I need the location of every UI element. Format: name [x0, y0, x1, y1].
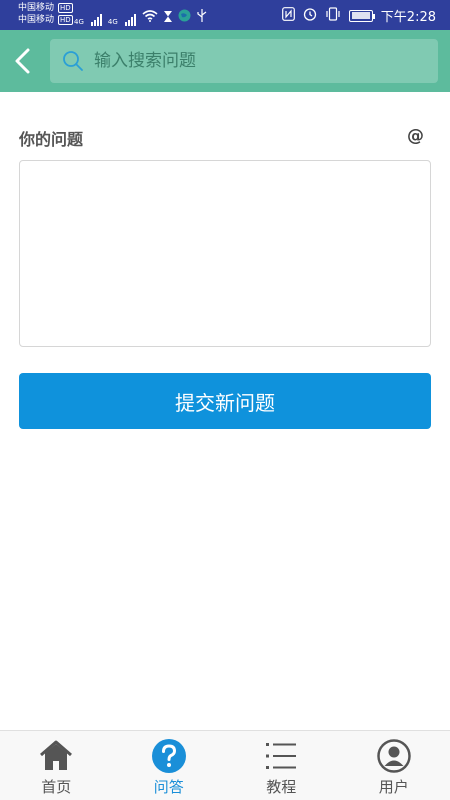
- nav-item-user[interactable]: 用户: [338, 731, 450, 800]
- chevron-left-icon: [15, 48, 30, 74]
- globe-icon: [178, 7, 191, 26]
- question-label: 你的问题: [19, 130, 84, 149]
- signal-bars-1-icon: [90, 14, 102, 26]
- submit-question-button[interactable]: 提交新问题: [19, 373, 431, 429]
- mention-button[interactable]: @: [407, 126, 424, 146]
- wifi-icon: [142, 7, 158, 26]
- status-right: 下午2:28: [281, 6, 436, 25]
- status-bar: 中国移动 HD 中国移动 HD 4G 4G 下午2:28: [0, 0, 450, 30]
- carrier-line-1: 中国移动 HD: [18, 2, 73, 14]
- nav-label-home: 首页: [41, 778, 72, 796]
- alarm-icon: [303, 7, 317, 25]
- nav-label-tutorial: 教程: [266, 778, 297, 796]
- signal-group: 4G 4G: [74, 7, 207, 26]
- list-icon: [263, 738, 299, 774]
- nav-item-tutorial[interactable]: 教程: [225, 731, 338, 800]
- nav-item-home[interactable]: 首页: [0, 731, 113, 800]
- bottom-nav: 首页 问答 教程 用户: [0, 730, 450, 800]
- search-box[interactable]: [50, 39, 438, 83]
- nav-label-user: 用户: [378, 778, 409, 796]
- network-type-2: 4G: [107, 18, 118, 26]
- vibrate-icon: [325, 6, 341, 25]
- carrier-name-2: 中国移动: [18, 15, 55, 25]
- hd-badge-1: HD: [58, 3, 73, 13]
- nav-item-qa[interactable]: 问答: [113, 731, 226, 800]
- carrier-info: 中国移动 HD 中国移动 HD: [18, 2, 73, 26]
- usb-icon: [197, 7, 207, 26]
- home-icon: [38, 738, 74, 774]
- question-icon: [151, 738, 187, 774]
- search-icon: [62, 50, 84, 72]
- back-button[interactable]: [6, 43, 40, 79]
- nfc-icon: [281, 6, 295, 25]
- hourglass-icon: [163, 7, 172, 26]
- question-textarea[interactable]: [19, 160, 431, 347]
- carrier-name-1: 中国移动: [18, 3, 55, 13]
- user-icon: [376, 738, 412, 774]
- hd-badge-2: HD: [58, 15, 73, 25]
- clock-time: 下午2:28: [380, 10, 436, 25]
- network-type-1: 4G: [74, 18, 84, 26]
- carrier-line-2: 中国移动 HD: [18, 14, 73, 26]
- nav-label-qa: 问答: [153, 778, 184, 796]
- app-header: [0, 30, 450, 92]
- battery-icon: [348, 9, 375, 22]
- signal-bars-2-icon: [124, 14, 136, 26]
- search-input[interactable]: [94, 51, 394, 71]
